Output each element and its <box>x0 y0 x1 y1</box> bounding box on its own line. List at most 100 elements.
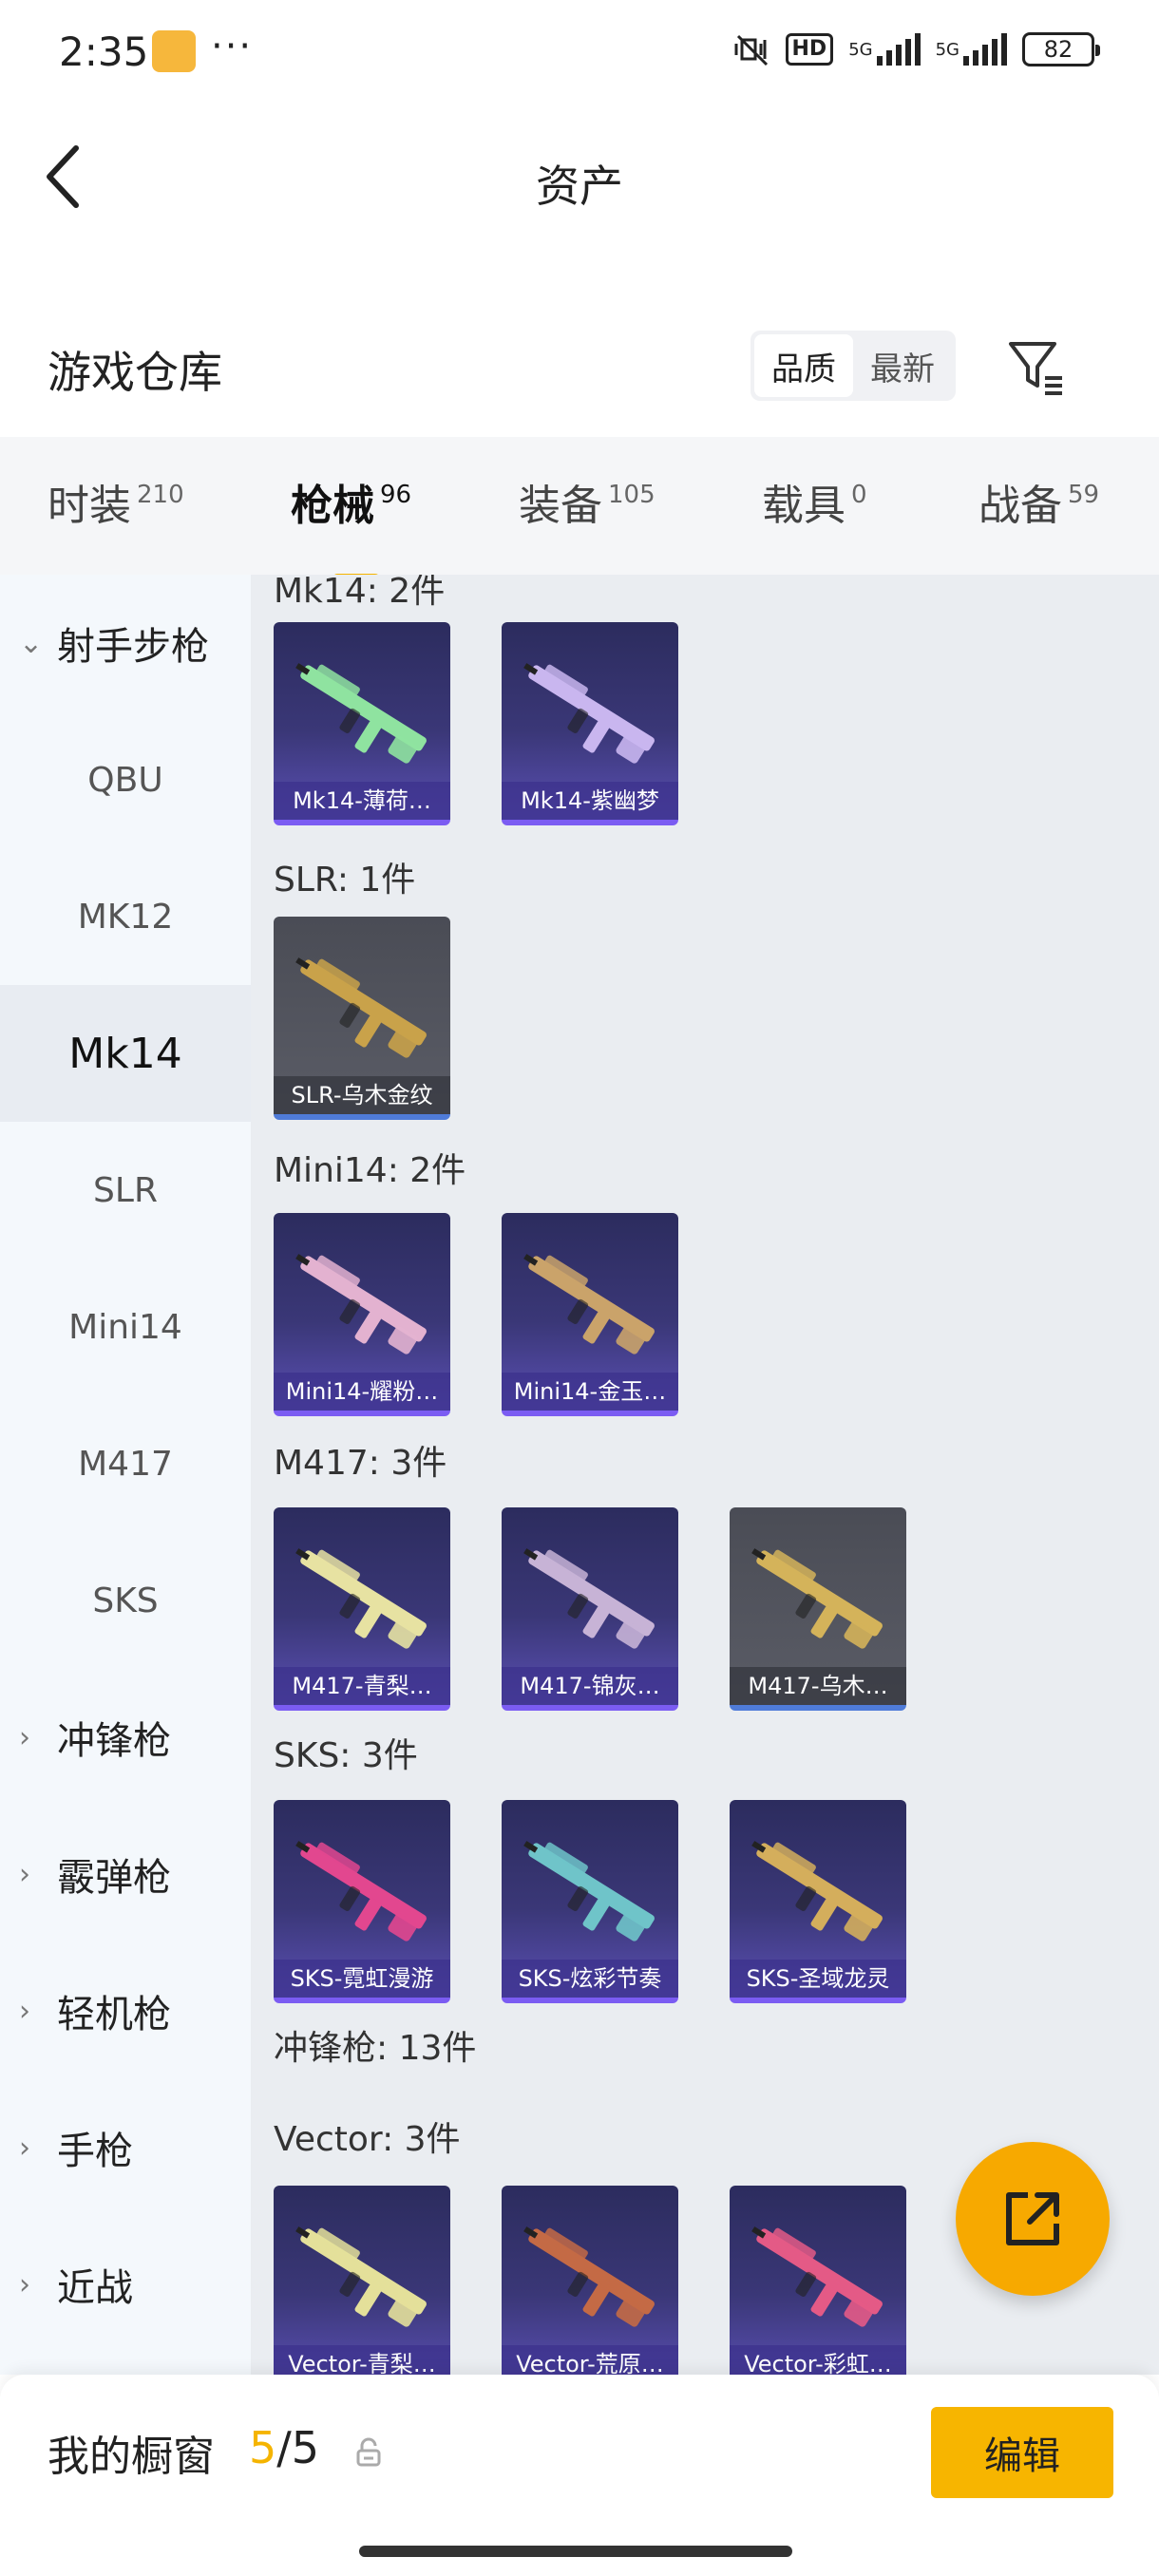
skin-name: Vector-青梨… <box>274 2345 450 2375</box>
sidebar-item-qbu[interactable]: QBU <box>0 711 251 848</box>
page-title: 资产 <box>536 161 623 212</box>
network-type-1: 5G <box>848 39 873 60</box>
nav-bar: 资产 <box>0 114 1159 237</box>
edit-button[interactable]: 编辑 <box>931 2407 1113 2498</box>
sidebar-item-mk14[interactable]: Mk14 <box>0 985 251 1122</box>
sidebar-item-sks[interactable]: SKS <box>0 1532 251 1669</box>
weapon-image <box>295 957 427 1058</box>
skin-name: Vector-荒原… <box>502 2345 678 2375</box>
tab-count: 96 <box>380 481 412 509</box>
weapon-category-sidebar: ⌄ 射手步枪 QBU MK12 Mk14 SLR Mini14 M417 SKS … <box>0 575 251 2375</box>
section-title: Vector: 3件 <box>274 2120 461 2159</box>
skin-card[interactable]: SKS-霓虹漫游 <box>274 1800 450 2003</box>
category-tabs: 时装 210 枪械 96 装备 105 载具 0 战备 59 <box>0 437 1159 583</box>
sidebar-item-m417[interactable]: M417 <box>0 1395 251 1532</box>
status-more-icon: ··· <box>211 25 254 68</box>
tab-count: 105 <box>608 481 656 509</box>
tab-count: 210 <box>137 481 184 509</box>
chevron-right-icon: › <box>19 2131 30 2165</box>
sidebar-item-label: Mini14 <box>68 1307 182 1347</box>
tab-count: 0 <box>851 481 867 509</box>
sort-option-latest[interactable]: 最新 <box>853 334 952 397</box>
weapon-image <box>295 1254 427 1354</box>
section-title: 冲锋枪: 13件 <box>274 2029 477 2068</box>
sidebar-item-marksman-rifles[interactable]: ⌄ 射手步枪 <box>0 575 251 711</box>
skin-name: M417-青梨… <box>274 1667 450 1705</box>
skin-card[interactable]: Mk14-薄荷… <box>274 622 450 825</box>
skin-name: M417-乌木… <box>730 1667 906 1705</box>
sidebar-item-lmg[interactable]: › 轻机枪 <box>0 1942 251 2079</box>
assets-page: 2:35 ··· HD 5G 5G 82 资产 游戏仓库 品质 最新 时装 21… <box>0 0 1159 2576</box>
sidebar-item-label: QBU <box>87 760 163 800</box>
skin-card[interactable]: M417-锦灰… <box>502 1507 678 1711</box>
skin-card[interactable]: Vector-荒原… <box>502 2186 678 2375</box>
chevron-right-icon: › <box>19 1857 30 1891</box>
sidebar-item-label: 近战 <box>57 2266 133 2310</box>
skin-name: SKS-炫彩节奏 <box>502 1960 678 1998</box>
showcase-total: 5 <box>291 2422 320 2473</box>
skin-card[interactable]: Vector-青梨… <box>274 2186 450 2375</box>
weapon-image <box>295 1548 427 1649</box>
showcase-current: 5 <box>249 2422 277 2473</box>
chevron-right-icon: › <box>19 2267 30 2301</box>
sidebar-item-melee[interactable]: › 近战 <box>0 2216 251 2353</box>
skin-name: Mk14-紫幽梦 <box>502 782 678 820</box>
sidebar-item-mini14[interactable]: Mini14 <box>0 1259 251 1395</box>
skin-card[interactable]: M417-乌木… <box>730 1507 906 1711</box>
chevron-right-icon: › <box>19 1720 30 1754</box>
filter-icon[interactable] <box>1005 336 1068 399</box>
skin-name: SLR-乌木金纹 <box>274 1076 450 1114</box>
status-bar: 2:35 ··· HD 5G 5G 82 <box>0 0 1159 104</box>
skin-card[interactable]: Vector-彩虹… <box>730 2186 906 2375</box>
signal-icon-2: 5G <box>936 30 1007 68</box>
skin-card[interactable]: Mini14-耀粉… <box>274 1213 450 1416</box>
skin-card[interactable]: Mk14-紫幽梦 <box>502 622 678 825</box>
skin-card[interactable]: SKS-炫彩节奏 <box>502 1800 678 2003</box>
section-title: M417: 3件 <box>274 1444 447 1483</box>
skin-card[interactable]: Mini14-金玉… <box>502 1213 678 1416</box>
weapon-image <box>751 1841 883 1941</box>
share-external-icon[interactable] <box>956 2142 1110 2296</box>
warehouse-header: 游戏仓库 品质 最新 <box>0 323 1159 427</box>
sidebar-item-label: 轻机枪 <box>57 1993 171 2036</box>
skin-card[interactable]: M417-青梨… <box>274 1507 450 1711</box>
tab-label: 时装 <box>48 482 131 530</box>
sidebar-item-label: Mk14 <box>68 1029 182 1078</box>
weapon-image <box>523 1548 655 1649</box>
battery-icon: 82 <box>1022 32 1100 66</box>
app-notification-icon <box>152 30 196 72</box>
tab-label: 装备 <box>519 482 602 530</box>
sidebar-item-pistol[interactable]: › 手枪 <box>0 2079 251 2216</box>
sidebar-item-label: 冲锋枪 <box>57 1719 171 1763</box>
sidebar-item-label: SLR <box>93 1170 158 1210</box>
skin-name: Mk14-薄荷… <box>274 782 450 820</box>
tab-supplies[interactable]: 战备 59 <box>978 471 1099 532</box>
weapon-image <box>295 2226 427 2327</box>
tab-fashion[interactable]: 时装 210 <box>48 471 184 532</box>
sidebar-item-mk12[interactable]: MK12 <box>0 848 251 985</box>
sidebar-item-label: 霰弹枪 <box>57 1856 171 1900</box>
weapon-image <box>751 2226 883 2327</box>
skin-name: M417-锦灰… <box>502 1667 678 1705</box>
weapon-image <box>523 1254 655 1354</box>
tab-firearms[interactable]: 枪械 96 <box>291 471 412 583</box>
home-indicator[interactable] <box>359 2546 792 2557</box>
sidebar-item-slr[interactable]: SLR <box>0 1122 251 1259</box>
tab-equipment[interactable]: 装备 105 <box>519 471 656 532</box>
sidebar-item-smg[interactable]: › 冲锋枪 <box>0 1669 251 1806</box>
skin-name: Mini14-耀粉… <box>274 1373 450 1411</box>
sidebar-item-shotgun[interactable]: › 霰弹枪 <box>0 1806 251 1942</box>
skin-card[interactable]: SLR-乌木金纹 <box>274 917 450 1120</box>
skin-grid: Mk14: 2件 Mk14-薄荷… Mk14-紫幽梦 SLR: 1件 SLR-乌木金纹 M… <box>251 575 1159 2375</box>
lock-icon <box>355 2437 382 2468</box>
signal-icon-1: 5G <box>848 30 921 68</box>
skin-name: SKS-圣域龙灵 <box>730 1960 906 1998</box>
sort-option-quality[interactable]: 品质 <box>754 334 853 397</box>
weapon-image <box>523 663 655 764</box>
section-title: SLR: 1件 <box>274 861 416 900</box>
showcase-label: 我的橱窗 <box>48 2433 215 2481</box>
hd-voice-icon: HD <box>785 33 834 66</box>
skin-card[interactable]: SKS-圣域龙灵 <box>730 1800 906 2003</box>
mute-vibrate-icon <box>732 30 770 68</box>
tab-vehicles[interactable]: 载具 0 <box>762 471 867 532</box>
